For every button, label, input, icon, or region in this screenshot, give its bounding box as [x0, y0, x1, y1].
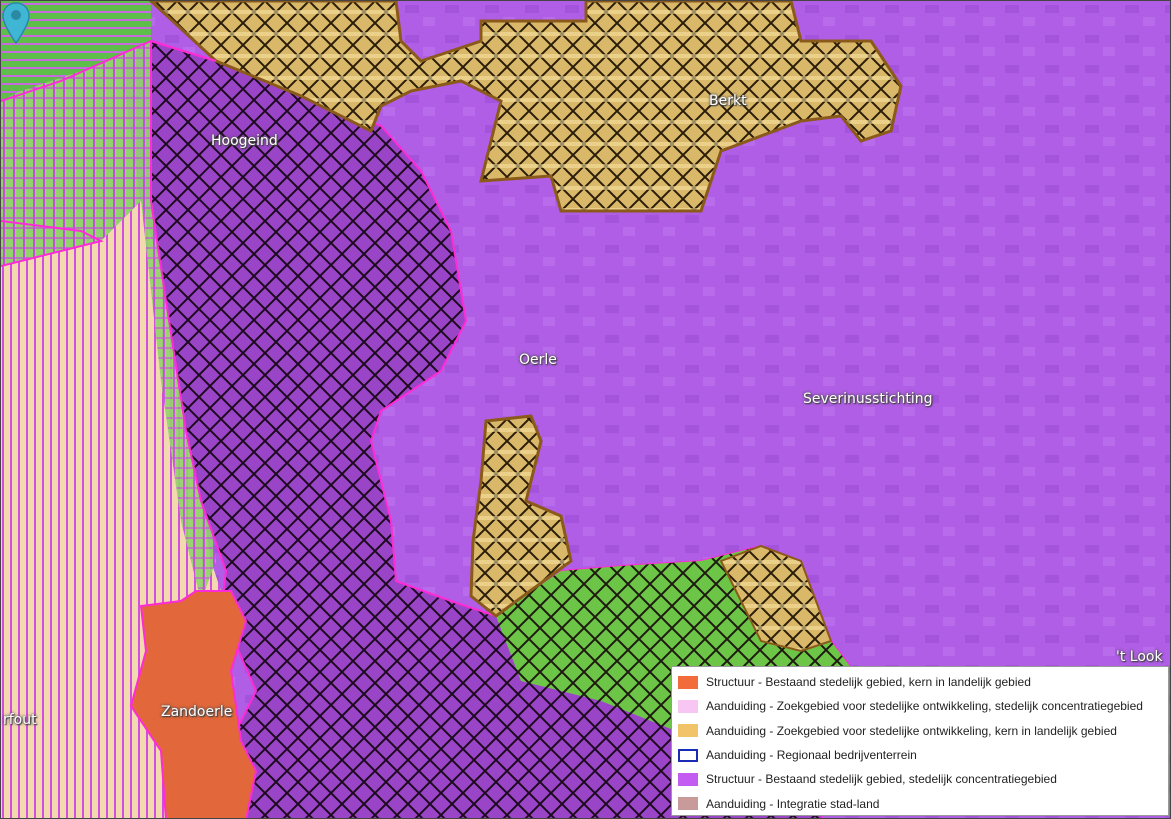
legend-swatch	[678, 772, 698, 786]
legend-label: Aanduiding - Integratie stad-land	[706, 796, 880, 811]
place-label-severinusstichting: Severinusstichting	[803, 391, 933, 407]
place-label-zandoerle: Zandoerle	[161, 704, 233, 720]
map-pin-icon[interactable]	[1, 1, 31, 45]
legend-label: Structuur - Bestaand stedelijk gebied, s…	[706, 772, 1057, 787]
map-view[interactable]: Hoogeind Berkt Oerle Severinusstichting …	[0, 0, 1171, 819]
legend-label: Structuur - Bestaand stedelijk gebied, k…	[706, 675, 1031, 690]
place-label-t-look: 't Look	[1116, 649, 1163, 665]
place-label-rfout: rfout	[3, 712, 37, 728]
legend-label: Aanduiding - Regionaal bedrijventerrein	[706, 748, 917, 763]
legend-swatch	[678, 748, 698, 762]
map-legend: Structuur - Bestaand stedelijk gebied, k…	[671, 666, 1169, 816]
legend-item: Structuur - Bestaand stedelijk gebied, k…	[678, 670, 1162, 694]
legend-label: Aanduiding - Zoekgebied voor stedelijke …	[706, 723, 1117, 738]
legend-item: Aanduiding - Integratie stad-land	[678, 791, 1162, 815]
place-label-oerle: Oerle	[519, 352, 557, 368]
legend-swatch	[678, 797, 698, 811]
legend-item: Aanduiding - Zoekgebied voor stedelijke …	[678, 719, 1162, 743]
legend-swatch	[678, 724, 698, 738]
legend-swatch	[678, 699, 698, 713]
place-label-berkt: Berkt	[709, 93, 747, 109]
legend-item: Aanduiding - Regionaal bedrijventerrein	[678, 743, 1162, 767]
legend-item: Structuur - Bestaand stedelijk gebied, s…	[678, 767, 1162, 791]
legend-label: Aanduiding - Zoekgebied voor stedelijke …	[706, 699, 1143, 714]
legend-item: Aanduiding - Zoekgebied voor stedelijke …	[678, 694, 1162, 718]
legend-swatch	[678, 675, 698, 689]
place-label-hoogeind: Hoogeind	[211, 133, 278, 149]
